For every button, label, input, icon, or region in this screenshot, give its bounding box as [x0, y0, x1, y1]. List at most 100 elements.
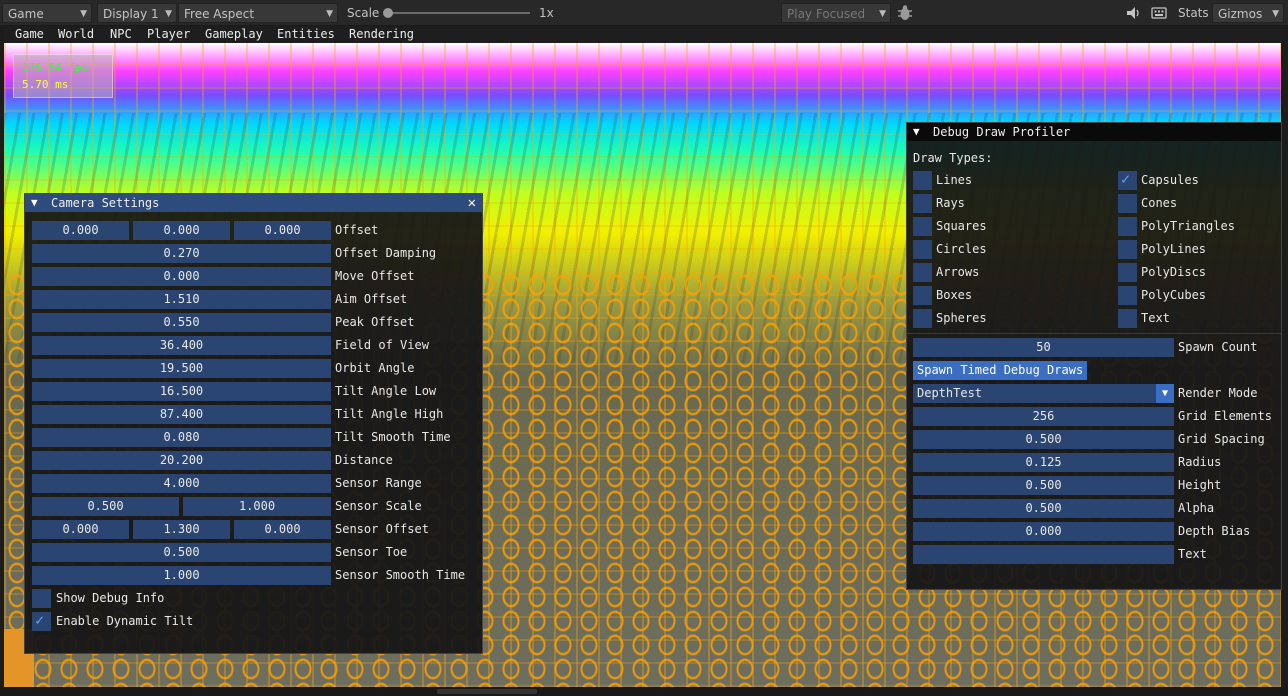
aim-offset-field[interactable]: 1.510 [32, 290, 331, 309]
grid-spacing-field[interactable]: 0.500 [913, 430, 1174, 449]
alpha-field[interactable]: 0.500 [913, 499, 1174, 518]
spheres-checkbox[interactable] [913, 309, 932, 328]
height-label: Height [1178, 478, 1222, 492]
offset-label: Offset [335, 223, 379, 237]
show-debug-info-label: Show Debug Info [56, 591, 165, 605]
cones-checkbox[interactable] [1118, 194, 1137, 213]
grid-spacing-label: Grid Spacing [1178, 432, 1265, 446]
menu-world[interactable]: World [58, 27, 94, 41]
sensor-smooth-time-field[interactable]: 1.000 [32, 566, 331, 585]
audio-icon[interactable] [1124, 3, 1142, 23]
sensor-smooth-time-label: Sensor Smooth Time [335, 568, 466, 582]
cones-label: Cones [1141, 196, 1178, 210]
display-dropdown[interactable]: Display 1 ▼ [97, 3, 177, 23]
aspect-dropdown[interactable]: Free Aspect ▼ [178, 3, 338, 23]
keyboard-icon[interactable] [1150, 3, 1168, 23]
bug-icon[interactable] [894, 3, 916, 23]
collapse-triangle-icon[interactable]: ▼ [913, 123, 920, 141]
sensor-offset-x-field[interactable]: 0.000 [32, 520, 129, 539]
separator [907, 333, 1281, 334]
field-of-view-field[interactable]: 36.400 [32, 336, 331, 355]
radius-field[interactable]: 0.125 [913, 453, 1174, 472]
profiler-titlebar[interactable]: ▼ Debug Draw Profiler [907, 123, 1281, 141]
text-input-label: Text [1178, 547, 1207, 561]
offset-z-field[interactable]: 0.000 [234, 221, 331, 240]
polycubes-checkbox[interactable] [1118, 286, 1137, 305]
peak-offset-field[interactable]: 0.550 [32, 313, 331, 332]
depth-bias-label: Depth Bias [1178, 524, 1251, 538]
move-offset-field[interactable]: 0.000 [32, 267, 331, 286]
sensor-range-label: Sensor Range [335, 476, 422, 490]
lines-label: Lines [936, 173, 973, 187]
tilt-angle-high-field[interactable]: 87.400 [32, 405, 331, 424]
render-mode-combo[interactable]: DepthTest [913, 384, 1156, 403]
chevron-down-icon: ▼ [1272, 9, 1279, 19]
menu-entities[interactable]: Entities [277, 27, 335, 41]
enable-dynamic-tilt-label: Enable Dynamic Tilt [56, 614, 194, 628]
polylines-label: PolyLines [1141, 242, 1207, 256]
sensor-scale-y-field[interactable]: 1.000 [183, 497, 331, 516]
arrows-checkbox[interactable] [913, 263, 932, 282]
show-debug-info-checkbox[interactable] [32, 589, 51, 608]
resize-grip[interactable] [437, 689, 537, 694]
circles-checkbox[interactable] [913, 240, 932, 259]
menu-game[interactable]: Game [15, 27, 44, 41]
scale-slider-handle[interactable] [383, 8, 393, 18]
gizmos-dropdown[interactable]: Gizmos ▼ [1212, 3, 1284, 23]
render-mode-label: Render Mode [1178, 386, 1258, 400]
offset-x-field[interactable]: 0.000 [32, 221, 129, 240]
text-type-label: Text [1141, 311, 1170, 325]
depth-bias-field[interactable]: 0.000 [913, 522, 1174, 541]
height-field[interactable]: 0.500 [913, 476, 1174, 495]
camera-settings-titlebar[interactable]: ▼ Camera Settings ✕ [25, 194, 482, 212]
spawn-count-field[interactable]: 50 [913, 338, 1174, 357]
menu-npc[interactable]: NPC [110, 27, 132, 41]
polydiscs-checkbox[interactable] [1118, 263, 1137, 282]
chevron-down-icon[interactable]: ▼ [1156, 384, 1174, 403]
rays-checkbox[interactable] [913, 194, 932, 213]
tilt-smooth-time-field[interactable]: 0.080 [32, 428, 331, 447]
chevron-down-icon: ▼ [80, 9, 87, 19]
game-view-dropdown[interactable]: Game ▼ [2, 3, 92, 23]
close-icon[interactable]: ✕ [468, 194, 476, 212]
sensor-toe-field[interactable]: 0.500 [32, 543, 331, 562]
game-view-toolbar: Game ▼ Display 1 ▼ Free Aspect ▼ Scale 1… [0, 0, 1288, 26]
enable-dynamic-tilt-checkbox[interactable] [32, 611, 51, 631]
orbit-angle-field[interactable]: 19.500 [32, 359, 331, 378]
play-mode-dropdown[interactable]: Play Focused ▼ [781, 3, 891, 23]
menu-rendering[interactable]: Rendering [349, 27, 414, 41]
capsules-checkbox[interactable] [1118, 170, 1137, 190]
stats-button[interactable]: Stats [1173, 3, 1209, 23]
boxes-checkbox[interactable] [913, 286, 932, 305]
camera-settings-title: Camera Settings [51, 196, 160, 210]
orbit-angle-label: Orbit Angle [335, 361, 415, 375]
polytriangles-checkbox[interactable] [1118, 217, 1137, 236]
text-input-field[interactable] [913, 545, 1174, 564]
capsules-label: Capsules [1141, 173, 1199, 187]
sensor-scale-x-field[interactable]: 0.500 [32, 497, 179, 516]
sensor-offset-z-field[interactable]: 0.000 [234, 520, 331, 539]
menu-gameplay[interactable]: Gameplay [205, 27, 263, 41]
spawn-timed-debug-draws-button[interactable]: Spawn Timed Debug Draws [913, 361, 1088, 380]
offset-y-field[interactable]: 0.000 [133, 221, 230, 240]
move-offset-label: Move Offset [335, 269, 415, 283]
grid-elements-field[interactable]: 256 [913, 407, 1174, 426]
squares-checkbox[interactable] [913, 217, 932, 236]
sensor-toe-label: Sensor Toe [335, 545, 408, 559]
distance-field[interactable]: 20.200 [32, 451, 331, 470]
sensor-range-field[interactable]: 4.000 [32, 474, 331, 493]
main-menu-bar: Game World NPC Player Gameplay Entities … [4, 26, 1282, 43]
collapse-triangle-icon[interactable]: ▼ [31, 194, 38, 212]
scale-slider-track[interactable] [388, 12, 530, 14]
menu-player[interactable]: Player [147, 27, 190, 41]
scale-value: 1x [539, 6, 554, 20]
display-label: Display 1 [103, 7, 159, 21]
rays-label: Rays [936, 196, 965, 210]
polylines-checkbox[interactable] [1118, 240, 1137, 259]
text-checkbox[interactable] [1118, 309, 1137, 328]
lines-checkbox[interactable] [913, 171, 932, 190]
sensor-offset-y-field[interactable]: 1.300 [133, 520, 230, 539]
offset-damping-field[interactable]: 0.270 [32, 244, 331, 263]
chevron-down-icon: ▼ [326, 9, 333, 19]
tilt-angle-low-field[interactable]: 16.500 [32, 382, 331, 401]
